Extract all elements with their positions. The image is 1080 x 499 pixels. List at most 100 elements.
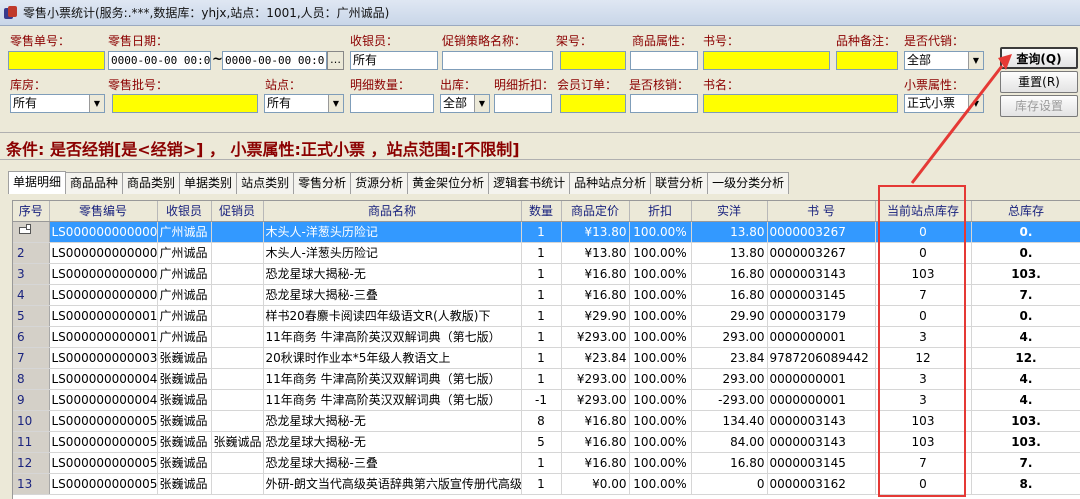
chevron-down-icon[interactable]: ▼ <box>968 52 983 69</box>
cell-col-cashier: 张巍诚品 <box>157 431 212 453</box>
tab-product-variety[interactable]: 商品品种 <box>65 172 124 194</box>
table-row[interactable]: 7 LS0000000000039 张巍诚品 20秋课时作业本*5年级人教语文上 1 ¥2… <box>13 347 1080 369</box>
promo-input[interactable] <box>442 51 553 70</box>
chevron-down-icon[interactable]: ▼ <box>89 95 104 112</box>
cell-col-promoter <box>211 326 264 348</box>
table-row[interactable]: 9 LS0000000000048 张巍诚品 11年商务 牛津高阶英汉双解词典（第七版… <box>13 389 1080 411</box>
cell-col-cashier: 广州诚品 <box>157 242 212 264</box>
cell-col-total-stock: 8. <box>971 473 1080 495</box>
detail-qty-input[interactable] <box>350 94 434 113</box>
warehouse-select[interactable]: 所有 ▼ <box>10 94 105 113</box>
out-select[interactable]: 全部 ▼ <box>440 94 490 113</box>
member-order-input[interactable] <box>560 94 626 113</box>
detail-disc-input[interactable] <box>494 94 552 113</box>
table-row[interactable]: 5 LS0000000000010 广州诚品 样书20春麖卡阅读四年级语文R(人教版)… <box>13 305 1080 327</box>
header-col-list-price[interactable]: 商品定价 <box>561 201 630 222</box>
cell-col-product-name: 20秋课时作业本*5年级人教语文上 <box>263 347 522 369</box>
row-pointer-icon <box>17 224 35 236</box>
verified-label: 是否核销： <box>629 78 690 92</box>
cell-col-total-stock: 4. <box>971 368 1080 390</box>
batch-label: 零售批号： <box>108 78 169 92</box>
header-col-seq[interactable]: 序号 <box>13 201 50 222</box>
variety-note-input[interactable] <box>836 51 898 70</box>
tab-gold-shelf-analysis[interactable]: 黄金架位分析 <box>407 172 490 194</box>
cashier-input[interactable]: 所有 <box>350 51 438 70</box>
tab-joint-analysis[interactable]: 联营分析 <box>650 172 709 194</box>
tab-document-category[interactable]: 单据类别 <box>179 172 238 194</box>
header-col-product-name[interactable]: 商品名称 <box>263 201 522 222</box>
header-col-cashier[interactable]: 收银员 <box>157 201 212 222</box>
cell-col-list-price: ¥16.80 <box>561 431 630 453</box>
date-picker-button[interactable]: … <box>327 51 344 70</box>
chevron-down-icon[interactable]: ▼ <box>474 95 489 112</box>
attr-input[interactable] <box>630 51 698 70</box>
date-from-input[interactable]: 0000-00-00 00:00: <box>108 51 211 70</box>
batch-input[interactable] <box>112 94 258 113</box>
table-row[interactable]: 10 LS0000000000053 张巍诚品 恐龙星球大揭秘-无 8 ¥16.80 100… <box>13 410 1080 432</box>
cell-col-discount: 100.00% <box>629 368 692 390</box>
header-col-isbn[interactable]: 书 号 <box>767 201 876 222</box>
tab-level1-category-analysis[interactable]: 一级分类分析 <box>707 172 790 194</box>
cell-col-total-stock: 0. <box>971 305 1080 327</box>
date-to-input[interactable]: 0000-00-00 00:0 <box>222 51 327 70</box>
tab-product-category[interactable]: 商品类别 <box>122 172 181 194</box>
table-row[interactable]: 4 LS0000000000009 广州诚品 恐龙星球大揭秘-三叠 1 ¥16.80 100… <box>13 284 1080 306</box>
tab-supply-analysis[interactable]: 货源分析 <box>350 172 409 194</box>
site-select-value: 所有 <box>267 96 292 110</box>
cell-col-retail-no: LS0000000000055 <box>49 431 158 453</box>
header-col-net-price[interactable]: 实洋 <box>691 201 768 222</box>
book-name-input[interactable] <box>703 94 898 113</box>
cell-col-promoter <box>211 221 264 243</box>
cell-col-isbn: 9787206089442 <box>767 347 876 369</box>
table-row[interactable]: 6 LS0000000000011 广州诚品 11年商务 牛津高阶英汉双解词典（第七版… <box>13 326 1080 348</box>
chevron-down-icon[interactable]: ▼ <box>968 95 983 112</box>
cell-col-promoter <box>211 242 264 264</box>
table-row[interactable]: 12 LS0000000000058 张巍诚品 恐龙星球大揭秘-三叠 1 ¥16.80 10… <box>13 452 1080 474</box>
chevron-down-icon[interactable]: ▼ <box>328 95 343 112</box>
tab-retail-analysis[interactable]: 零售分析 <box>293 172 352 194</box>
cell-col-net-price: 16.80 <box>691 263 768 285</box>
cell-col-cashier: 张巍诚品 <box>157 368 212 390</box>
tab-logic-set-stats[interactable]: 逻辑套书统计 <box>488 172 571 194</box>
cell-col-qty: 1 <box>521 473 562 495</box>
cell-col-qty: 1 <box>521 452 562 474</box>
cell-col-cashier: 广州诚品 <box>157 326 212 348</box>
book-no-input[interactable] <box>703 51 830 70</box>
table-row[interactable]: LS0000000000005 广州诚品 木头人-洋葱头历险记 1 ¥13.80 100.… <box>13 221 1080 243</box>
consign-select[interactable]: 全部 ▼ <box>904 51 984 70</box>
stock-settings-button[interactable]: 库存设置 <box>1000 95 1078 117</box>
cell-col-discount: 100.00% <box>629 221 692 243</box>
table-row[interactable]: 11 LS0000000000055 张巍诚品 张巍诚品 恐龙星球大揭秘-无 5 ¥16.8… <box>13 431 1080 453</box>
header-col-retail-no[interactable]: 零售编号 <box>49 201 158 222</box>
reset-button[interactable]: 重置(R) <box>1000 71 1078 93</box>
cell-col-retail-no: LS0000000000053 <box>49 410 158 432</box>
cell-col-product-name: 恐龙星球大揭秘-无 <box>263 431 522 453</box>
cell-col-total-stock: 7. <box>971 452 1080 474</box>
data-grid[interactable]: 序号 零售编号 收银员 促销员 商品名称 数量 商品定价 折扣 实洋书 号当前站点库存 总库存 L… <box>12 200 1080 499</box>
warehouse-label: 库房： <box>10 78 47 92</box>
shelf-input[interactable] <box>560 51 626 70</box>
tab-variety-site-analysis[interactable]: 品种站点分析 <box>569 172 652 194</box>
tab-receipt-detail[interactable]: 单据明细 <box>8 171 67 194</box>
table-row[interactable]: 2 LS0000000000006 广州诚品 木头人-洋葱头历险记 1 ¥13.80 100… <box>13 242 1080 264</box>
query-button[interactable]: 查询(Q) <box>1000 47 1078 69</box>
receipt-no-input[interactable] <box>8 51 105 70</box>
header-col-total-stock[interactable]: 总库存 <box>971 201 1080 222</box>
cell-col-list-price: ¥29.90 <box>561 305 630 327</box>
header-col-qty[interactable]: 数量 <box>521 201 562 222</box>
verified-input[interactable] <box>630 94 698 113</box>
header-col-discount[interactable]: 折扣 <box>629 201 692 222</box>
book-no-label: 书号： <box>703 34 740 48</box>
cell-col-discount: 100.00% <box>629 305 692 327</box>
header-col-site-stock[interactable]: 当前站点库存 <box>875 201 972 222</box>
cell-col-retail-no: LS0000000000058 <box>49 473 158 495</box>
site-select[interactable]: 所有 ▼ <box>264 94 344 113</box>
table-row[interactable]: 3 LS0000000000009 广州诚品 恐龙星球大揭秘-无 1 ¥16.80 100.… <box>13 263 1080 285</box>
condition-text: 条件: 是否经销[是<经销>] ， 小票属性:正式小票 ，站点范围:[不限制] <box>6 140 520 159</box>
table-row[interactable]: 13 LS0000000000058 张巍诚品 外研-朗文当代高级英语辞典第六版宣传册… <box>13 473 1080 495</box>
header-col-promoter[interactable]: 促销员 <box>211 201 264 222</box>
table-row[interactable]: 8 LS0000000000047 张巍诚品 11年商务 牛津高阶英汉双解词典（第七版… <box>13 368 1080 390</box>
receipt-attr-select[interactable]: 正式小票 ▼ <box>904 94 984 113</box>
tab-site-category[interactable]: 站点类别 <box>236 172 295 194</box>
cell-col-net-price: 13.80 <box>691 221 768 243</box>
